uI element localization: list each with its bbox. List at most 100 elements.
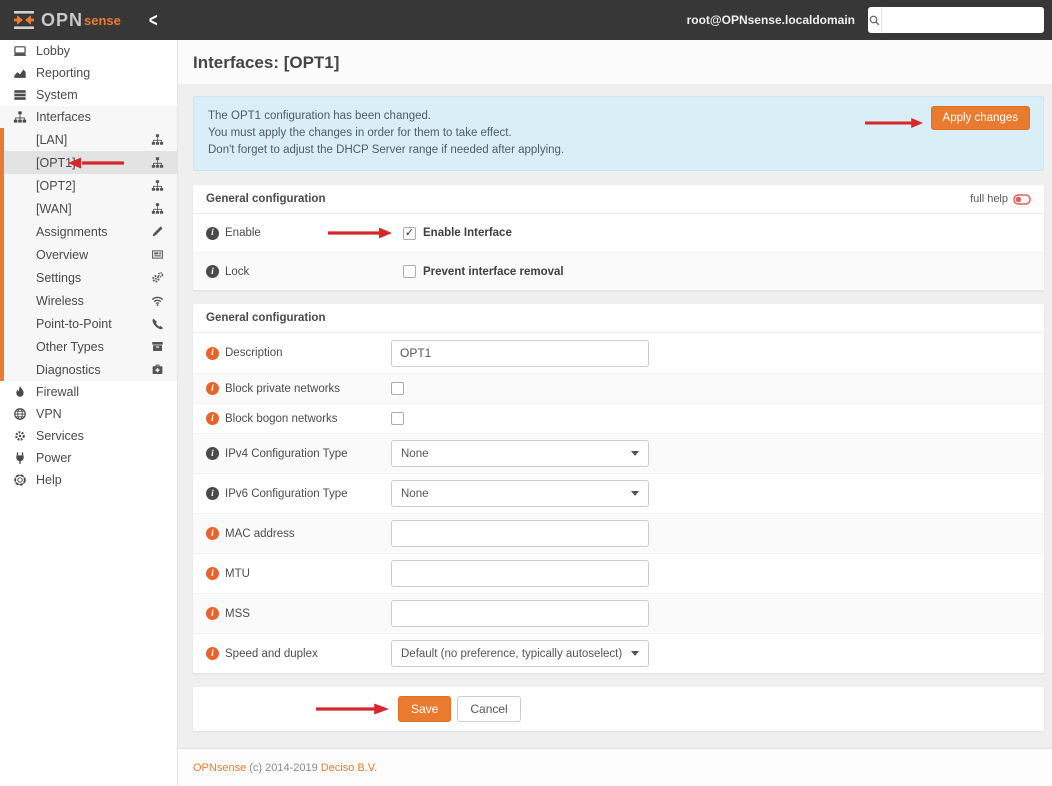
- footer-deciso-link[interactable]: Deciso B.V.: [321, 762, 377, 774]
- sidebar-item-firewall[interactable]: Firewall: [0, 381, 177, 403]
- sidebar-item-wireless[interactable]: Wireless: [4, 289, 177, 312]
- mss-input[interactable]: [391, 600, 649, 627]
- prevent-removal-checkbox[interactable]: [403, 265, 416, 278]
- wifi-icon: [151, 294, 164, 307]
- sidebar-item-opt1[interactable]: [OPT1]: [4, 151, 177, 174]
- search-input[interactable]: [882, 7, 1044, 33]
- ipv6-type-select[interactable]: None: [391, 480, 649, 507]
- sidebar-item-other-types[interactable]: Other Types: [4, 335, 177, 358]
- sidebar-item-power[interactable]: Power: [0, 447, 177, 469]
- full-help-label: full help: [970, 193, 1008, 205]
- sidebar-item-lan[interactable]: [LAN]: [4, 128, 177, 151]
- top-header: OPNsense < root@OPNsense.localdomain: [0, 0, 1052, 40]
- apply-changes-button[interactable]: Apply changes: [931, 106, 1030, 130]
- info-icon[interactable]: [206, 382, 219, 395]
- mtu-input[interactable]: [391, 560, 649, 587]
- info-icon[interactable]: [206, 412, 219, 425]
- sitemap-icon: [151, 133, 164, 146]
- info-icon[interactable]: [206, 227, 219, 240]
- opnsense-logo-icon: [12, 8, 36, 32]
- section-title: General configuration: [206, 312, 326, 324]
- sidebar-item-settings[interactable]: Settings: [4, 266, 177, 289]
- page-footer: OPNsense (c) 2014-2019 Deciso B.V.: [178, 748, 1052, 786]
- life-ring-icon: [13, 473, 27, 487]
- sidebar-item-diagnostics[interactable]: Diagnostics: [4, 358, 177, 381]
- opnsense-logo[interactable]: OPNsense: [0, 8, 121, 32]
- list-icon: [13, 88, 27, 102]
- sidebar-item-wan[interactable]: [WAN]: [4, 197, 177, 220]
- info-icon[interactable]: [206, 447, 219, 460]
- block-bogon-checkbox[interactable]: [391, 412, 404, 425]
- info-icon[interactable]: [206, 347, 219, 360]
- info-icon[interactable]: [206, 265, 219, 278]
- mac-address-input[interactable]: [391, 520, 649, 547]
- info-icon[interactable]: [206, 567, 219, 580]
- footer-copyright: (c) 2014-2019: [249, 762, 318, 774]
- speed-duplex-select[interactable]: Default (no preference, typically autose…: [391, 640, 649, 667]
- annotation-arrow-enable: [328, 227, 392, 239]
- area-chart-icon: [13, 66, 27, 80]
- sidebar-collapse-chevron-icon[interactable]: <: [149, 9, 158, 31]
- description-input[interactable]: [391, 340, 649, 367]
- fire-icon: [13, 385, 27, 399]
- sidebar-item-assignments[interactable]: Assignments: [4, 220, 177, 243]
- sidebar-item-help[interactable]: Help: [0, 469, 177, 491]
- sidebar-item-overview[interactable]: Overview: [4, 243, 177, 266]
- sidebar-item-label: Settings: [36, 271, 81, 285]
- logged-in-user: root@OPNsense.localdomain: [687, 13, 855, 27]
- sidebar-item-label: Power: [36, 451, 71, 465]
- field-label: Block bogon networks: [225, 413, 338, 425]
- globe-icon: [13, 407, 27, 421]
- enable-interface-checkbox[interactable]: [403, 227, 416, 240]
- annotation-arrow-left: [68, 157, 124, 169]
- info-icon[interactable]: [206, 487, 219, 500]
- block-private-checkbox[interactable]: [391, 382, 404, 395]
- sidebar-item-interfaces[interactable]: Interfaces: [0, 106, 177, 128]
- selected-value: None: [401, 448, 429, 460]
- archive-icon: [151, 340, 164, 353]
- sidebar-item-label: Lobby: [36, 44, 70, 58]
- form-row-speed-duplex: Speed and duplex Default (no preference,…: [193, 633, 1044, 673]
- caret-down-icon: [631, 491, 639, 496]
- sidebar-item-label: [OPT2]: [36, 179, 76, 193]
- sidebar-item-opt2[interactable]: [OPT2]: [4, 174, 177, 197]
- sidebar-item-system[interactable]: System: [0, 84, 177, 106]
- footer-opnsense-link[interactable]: OPNsense: [193, 762, 246, 774]
- sitemap-icon: [13, 110, 27, 124]
- cogs-icon: [151, 271, 164, 284]
- checkbox-label: Prevent interface removal: [423, 266, 564, 278]
- sidebar-item-services[interactable]: Services: [0, 425, 177, 447]
- sidebar-item-vpn[interactable]: VPN: [0, 403, 177, 425]
- sidebar-item-point-to-point[interactable]: Point-to-Point: [4, 312, 177, 335]
- field-label: Block private networks: [225, 383, 340, 395]
- laptop-icon: [13, 44, 27, 58]
- toggle-off-icon: [1013, 194, 1031, 205]
- info-icon[interactable]: [206, 527, 219, 540]
- field-label: MSS: [225, 608, 250, 620]
- logo-text-sense: sense: [84, 13, 121, 28]
- sidebar-item-reporting[interactable]: Reporting: [0, 62, 177, 84]
- alert-line-3: Don't forget to adjust the DHCP Server r…: [208, 142, 1029, 159]
- annotation-arrow-save: [316, 703, 389, 715]
- form-row-mac: MAC address: [193, 513, 1044, 553]
- global-search: [868, 7, 1044, 33]
- selected-value: None: [401, 488, 429, 500]
- logo-text-opn: OPN: [41, 10, 83, 31]
- save-button[interactable]: Save: [398, 696, 451, 722]
- info-icon[interactable]: [206, 647, 219, 660]
- ipv4-type-select[interactable]: None: [391, 440, 649, 467]
- cancel-button[interactable]: Cancel: [457, 696, 520, 722]
- sitemap-icon: [151, 179, 164, 192]
- full-help-toggle[interactable]: full help: [970, 193, 1031, 205]
- sitemap-icon: [151, 156, 164, 169]
- gear-icon: [13, 429, 27, 443]
- form-row-description: Description: [193, 333, 1044, 373]
- info-icon[interactable]: [206, 607, 219, 620]
- field-label: Description: [225, 347, 283, 359]
- checkbox-label: Enable Interface: [423, 227, 512, 239]
- sidebar-item-lobby[interactable]: Lobby: [0, 40, 177, 62]
- sidebar-item-label: [WAN]: [36, 202, 72, 216]
- field-label: MAC address: [225, 528, 295, 540]
- save-panel: Save Cancel: [193, 687, 1044, 731]
- sitemap-icon: [151, 202, 164, 215]
